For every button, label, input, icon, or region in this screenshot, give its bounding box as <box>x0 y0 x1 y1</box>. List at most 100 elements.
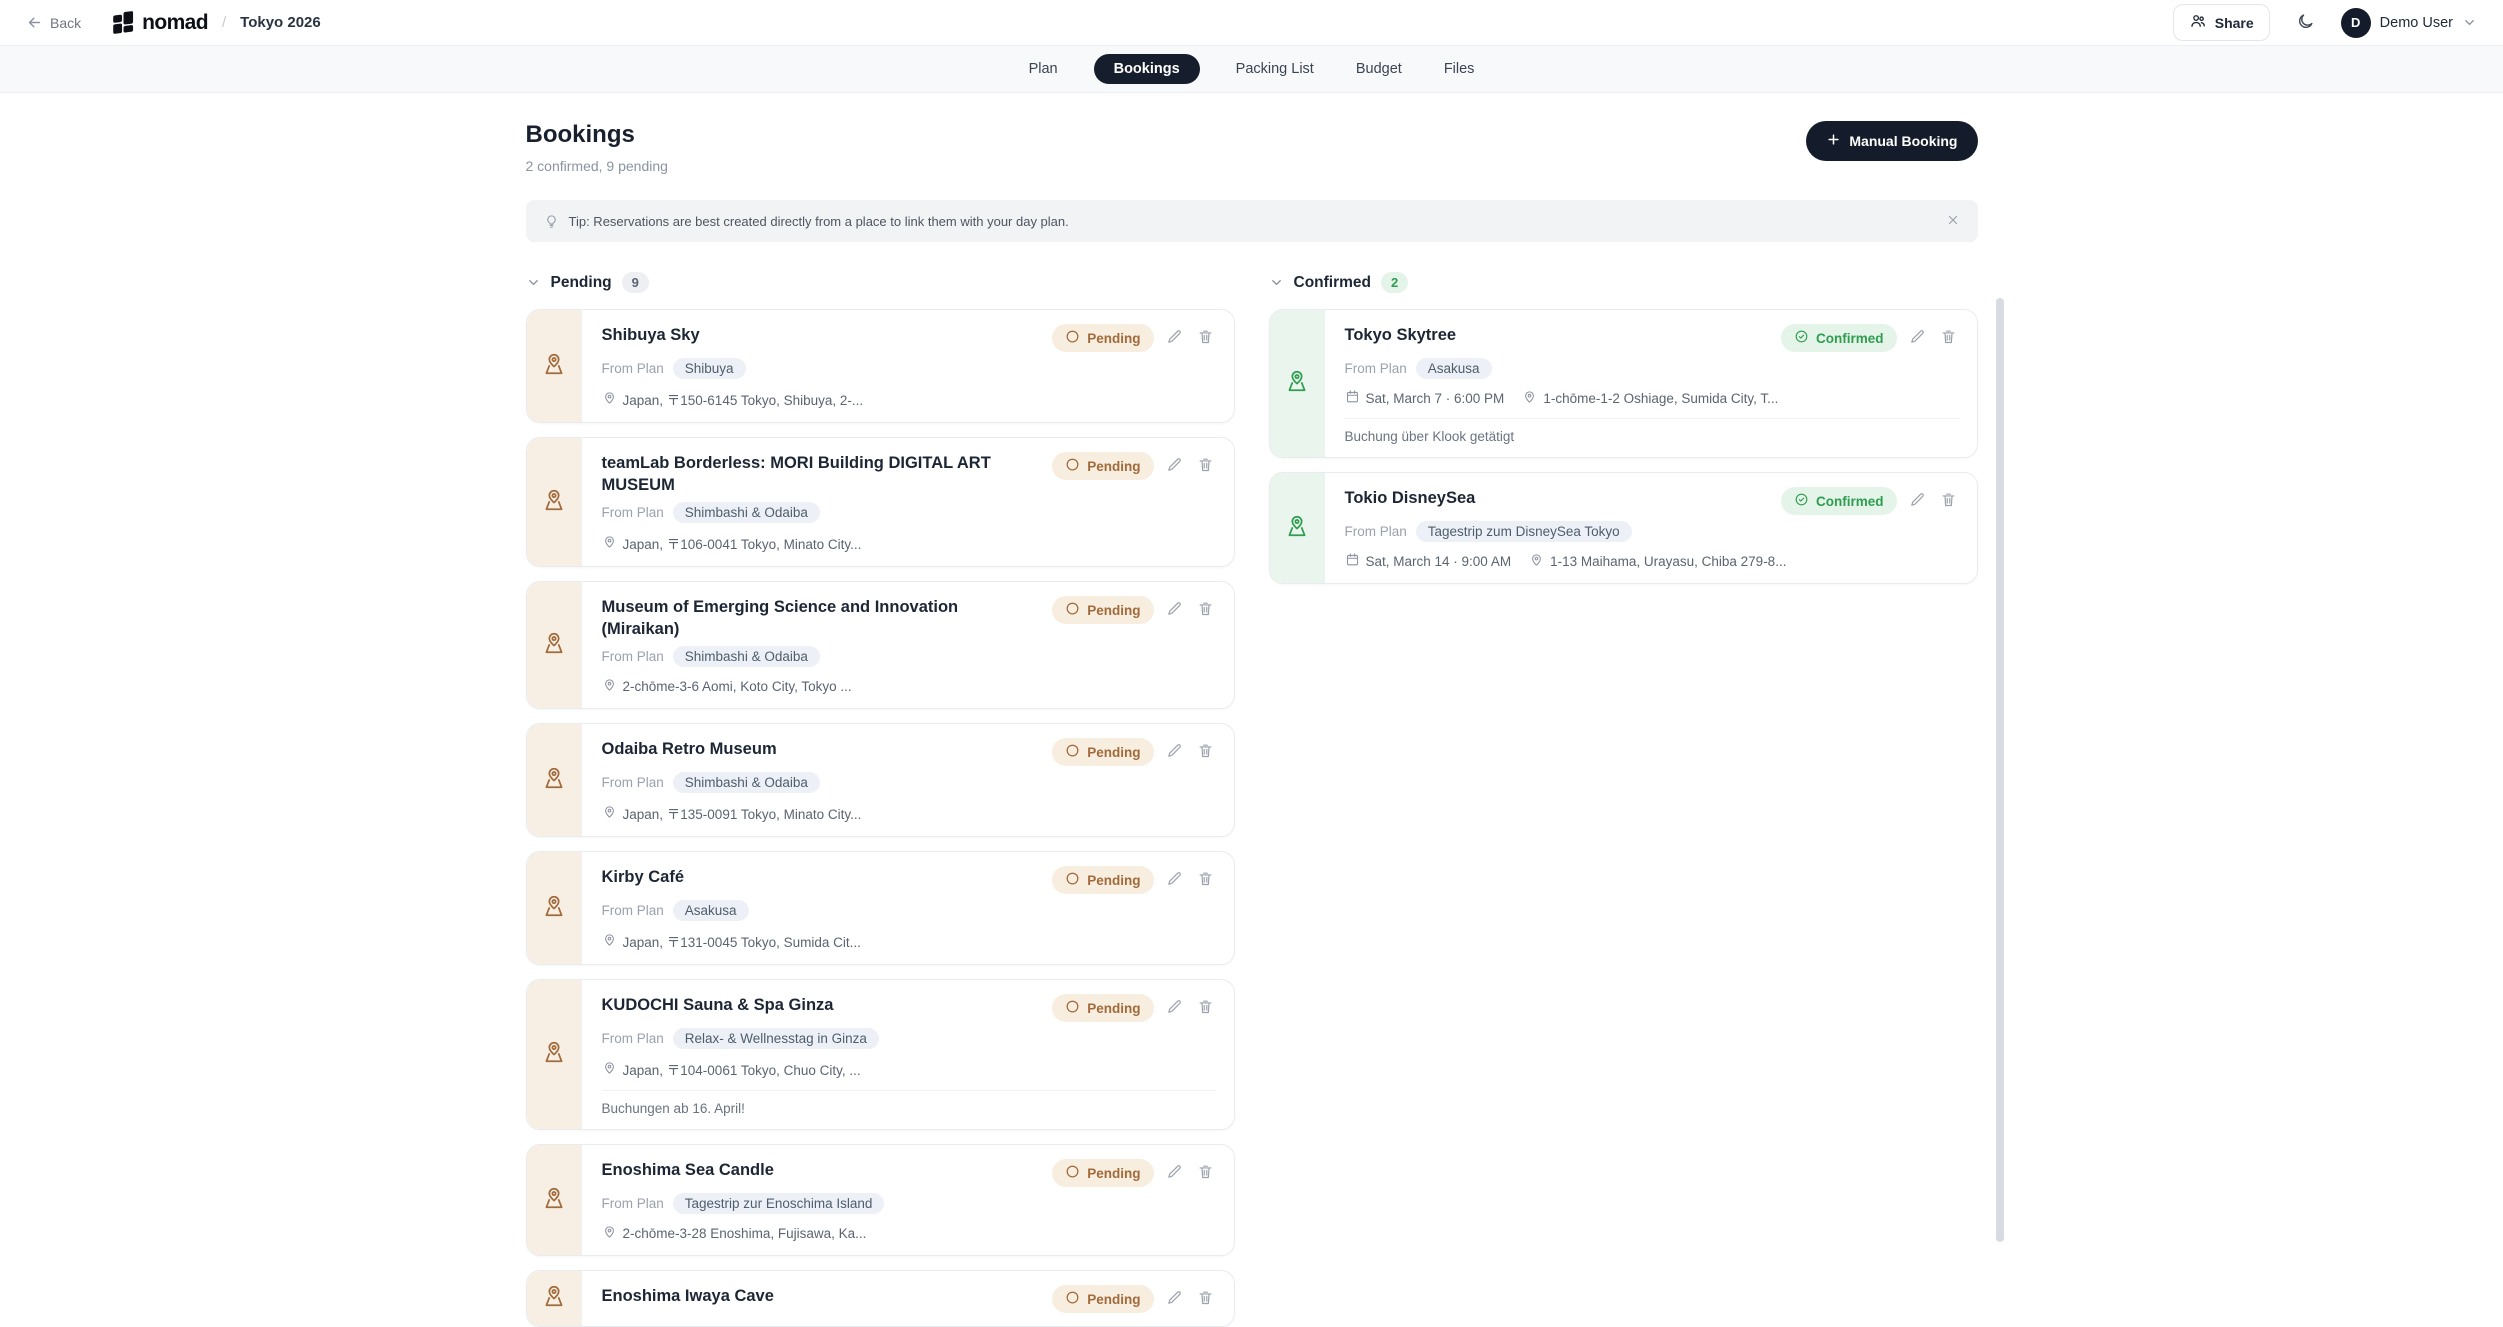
check-circle-icon <box>1794 329 1809 347</box>
edit-button[interactable] <box>1164 1161 1185 1185</box>
status-badge: Confirmed <box>1781 487 1897 515</box>
plan-tag: Tagestrip zur Enoschima Island <box>673 1193 885 1214</box>
pencil-icon <box>1166 328 1183 348</box>
status-label: Pending <box>1087 459 1140 474</box>
status-label: Pending <box>1087 1166 1140 1181</box>
tab-budget[interactable]: Budget <box>1350 54 1408 84</box>
booking-card[interactable]: Odaiba Retro Museum Pending <box>526 723 1235 837</box>
delete-button[interactable] <box>1938 326 1959 350</box>
booking-title: Tokio DisneySea <box>1345 487 1476 509</box>
trash-icon <box>1197 742 1214 762</box>
booking-type-strip <box>1270 473 1325 583</box>
delete-button[interactable] <box>1195 740 1216 764</box>
status-label: Pending <box>1087 1001 1140 1016</box>
confirmed-section-header[interactable]: Confirmed 2 <box>1269 272 1978 293</box>
booking-card[interactable]: Museum of Emerging Science and Innovatio… <box>526 581 1235 709</box>
status-badge: Pending <box>1052 1159 1153 1187</box>
theme-toggle-button[interactable] <box>2296 12 2315 34</box>
booking-location: 2-chōme-3-28 Enoshima, Fujisawa, Ka... <box>602 1224 867 1242</box>
attraction-pin-icon <box>541 1039 567 1070</box>
edit-button[interactable] <box>1164 996 1185 1020</box>
note-divider <box>602 1090 1216 1091</box>
trash-icon <box>1197 870 1214 890</box>
booking-card[interactable]: KUDOCHI Sauna & Spa Ginza Pending <box>526 979 1235 1130</box>
delete-button[interactable] <box>1195 1161 1216 1185</box>
booking-card[interactable]: Tokio DisneySea Confirmed <box>1269 472 1978 584</box>
edit-button[interactable] <box>1907 326 1928 350</box>
attraction-pin-icon <box>541 1185 567 1216</box>
pencil-icon <box>1166 870 1183 890</box>
manual-booking-label: Manual Booking <box>1849 133 1957 149</box>
booking-type-strip <box>527 852 582 964</box>
booking-card[interactable]: teamLab Borderless: MORI Building DIGITA… <box>526 437 1235 567</box>
booking-location: Japan, 〒104-0061 Tokyo, Chuo City, ... <box>602 1059 861 1079</box>
delete-button[interactable] <box>1195 326 1216 350</box>
trash-icon <box>1197 328 1214 348</box>
share-button[interactable]: Share <box>2173 4 2270 41</box>
user-menu[interactable]: D Demo User <box>2341 8 2477 38</box>
status-badge: Pending <box>1052 452 1153 480</box>
tab-bar: Plan Bookings Packing List Budget Files <box>0 46 2503 93</box>
status-badge: Pending <box>1052 738 1153 766</box>
status-label: Confirmed <box>1816 494 1884 509</box>
from-plan-label: From Plan <box>1345 524 1407 539</box>
tab-files[interactable]: Files <box>1438 54 1481 84</box>
delete-button[interactable] <box>1195 996 1216 1020</box>
booking-title: Odaiba Retro Museum <box>602 738 777 760</box>
circle-icon <box>1065 1290 1080 1308</box>
map-pin-icon <box>602 677 617 695</box>
tab-plan[interactable]: Plan <box>1023 54 1064 84</box>
booking-card[interactable]: Enoshima Iwaya Cave Pending <box>526 1270 1235 1327</box>
booking-card[interactable]: Kirby Café Pending <box>526 851 1235 965</box>
map-pin-icon <box>602 534 617 552</box>
pencil-icon <box>1166 742 1183 762</box>
pencil-icon <box>1909 328 1926 348</box>
booking-title: Enoshima Iwaya Cave <box>602 1285 774 1307</box>
delete-button[interactable] <box>1195 868 1216 892</box>
edit-button[interactable] <box>1907 489 1928 513</box>
tip-close-button[interactable] <box>1946 213 1960 230</box>
trash-icon <box>1940 491 1957 511</box>
delete-button[interactable] <box>1195 454 1216 478</box>
booking-card[interactable]: Tokyo Skytree Confirmed <box>1269 309 1978 458</box>
booking-card[interactable]: Enoshima Sea Candle Pending <box>526 1144 1235 1256</box>
delete-button[interactable] <box>1195 598 1216 622</box>
booking-type-strip <box>527 310 582 422</box>
people-icon <box>2189 12 2207 33</box>
circle-icon <box>1065 329 1080 347</box>
app-window: Back nomad / Tokyo 2026 <box>0 0 2503 1242</box>
status-label: Pending <box>1087 603 1140 618</box>
edit-button[interactable] <box>1164 454 1185 478</box>
delete-button[interactable] <box>1195 1287 1216 1311</box>
booking-card[interactable]: Shibuya Sky Pending <box>526 309 1235 423</box>
chevron-down-icon <box>1269 275 1284 290</box>
status-badge: Pending <box>1052 596 1153 624</box>
edit-button[interactable] <box>1164 326 1185 350</box>
from-plan-label: From Plan <box>602 775 664 790</box>
manual-booking-button[interactable]: Manual Booking <box>1806 121 1977 161</box>
pending-section-header[interactable]: Pending 9 <box>526 272 1235 293</box>
plan-tag: Asakusa <box>673 900 749 921</box>
booking-location: 2-chōme-3-6 Aomi, Koto City, Tokyo ... <box>602 677 852 695</box>
delete-button[interactable] <box>1938 489 1959 513</box>
circle-icon <box>1065 457 1080 475</box>
edit-button[interactable] <box>1164 598 1185 622</box>
booking-type-strip <box>527 582 582 708</box>
tab-bookings[interactable]: Bookings <box>1094 54 1200 84</box>
trash-icon <box>1940 328 1957 348</box>
scrollbar[interactable] <box>1996 298 2004 1242</box>
edit-button[interactable] <box>1164 740 1185 764</box>
brand-logo[interactable]: nomad <box>111 10 208 35</box>
nomad-logo-icon <box>111 10 136 35</box>
plan-tag: Shimbashi & Odaiba <box>673 646 820 667</box>
booking-type-strip <box>527 1145 582 1255</box>
section-title: Confirmed <box>1294 274 1372 292</box>
share-label: Share <box>2215 15 2254 31</box>
tab-packing-list[interactable]: Packing List <box>1230 54 1320 84</box>
edit-button[interactable] <box>1164 868 1185 892</box>
booking-location: 1-13 Maihama, Urayasu, Chiba 279-8... <box>1529 552 1786 570</box>
edit-button[interactable] <box>1164 1287 1185 1311</box>
booking-location: Japan, 〒150-6145 Tokyo, Shibuya, 2-... <box>602 389 864 409</box>
status-label: Pending <box>1087 873 1140 888</box>
back-button[interactable]: Back <box>26 14 81 31</box>
